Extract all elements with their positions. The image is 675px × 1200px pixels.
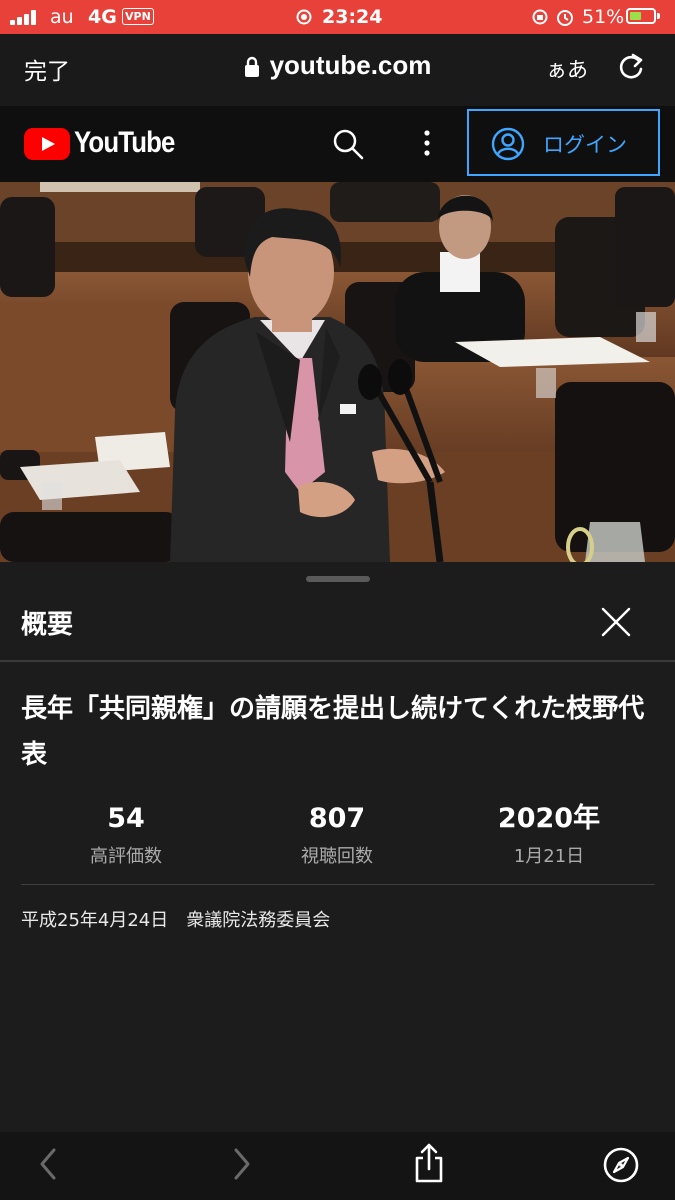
video-player[interactable] bbox=[0, 182, 675, 562]
search-icon[interactable] bbox=[332, 128, 364, 160]
date-stat: 2020年 1月21日 bbox=[449, 802, 649, 868]
video-frame-image bbox=[0, 182, 675, 562]
drag-handle[interactable] bbox=[306, 576, 370, 582]
upload-year: 2020年 bbox=[497, 803, 601, 834]
stats-divider bbox=[21, 884, 655, 885]
url-text: youtube.com bbox=[269, 50, 432, 80]
likes-count: 54 bbox=[107, 803, 145, 834]
login-button[interactable]: ログイン bbox=[467, 109, 660, 176]
compass-icon[interactable] bbox=[602, 1146, 640, 1184]
likes-stat: 54 高評価数 bbox=[26, 802, 226, 868]
back-icon[interactable] bbox=[36, 1146, 60, 1182]
likes-label: 高評価数 bbox=[90, 846, 162, 867]
more-vertical-icon[interactable] bbox=[422, 128, 432, 160]
login-label: ログイン bbox=[543, 133, 627, 157]
reload-icon[interactable] bbox=[618, 52, 646, 82]
network-label: 4G bbox=[88, 6, 117, 28]
forward-icon[interactable] bbox=[230, 1146, 254, 1182]
battery-percent: 51% bbox=[582, 6, 625, 28]
text-size-button[interactable]: ぁあ bbox=[546, 54, 588, 84]
carrier-label: au bbox=[50, 6, 74, 28]
signal-strength-icon bbox=[10, 10, 40, 25]
views-count: 807 bbox=[308, 803, 366, 834]
orientation-lock-icon bbox=[532, 9, 548, 25]
views-label: 視聴回数 bbox=[301, 846, 373, 867]
panel-title: 概要 bbox=[21, 610, 74, 640]
youtube-logo-icon[interactable] bbox=[24, 128, 70, 160]
battery-icon bbox=[626, 8, 656, 24]
browser-toolbar bbox=[0, 1132, 675, 1200]
video-title: 長年「共同親権」の請願を提出し続けてくれた枝野代表 bbox=[21, 694, 645, 770]
browser-bar: 完了 youtube.com ぁあ bbox=[0, 34, 675, 106]
description-panel: 概要 長年「共同親権」の請願を提出し続けてくれた枝野代表 54 高評価数 807… bbox=[0, 562, 675, 1132]
share-icon[interactable] bbox=[412, 1142, 446, 1184]
youtube-wordmark[interactable]: YouTube bbox=[74, 126, 175, 160]
lock-icon bbox=[244, 56, 259, 78]
upload-date: 1月21日 bbox=[513, 846, 585, 867]
status-bar: au 4G VPN 23:24 51% bbox=[0, 0, 675, 34]
views-stat: 807 視聴回数 bbox=[237, 802, 437, 868]
clock: 23:24 bbox=[322, 6, 383, 28]
youtube-header: YouTube ログイン bbox=[0, 106, 675, 182]
video-stats: 54 高評価数 807 視聴回数 2020年 1月21日 bbox=[0, 802, 675, 882]
battery-tip bbox=[657, 13, 660, 19]
alarm-icon bbox=[557, 10, 573, 26]
header-divider bbox=[0, 660, 675, 662]
video-description: 平成25年4月24日 衆議院法務委員会 bbox=[21, 910, 331, 931]
screen-recording-icon bbox=[296, 9, 312, 25]
account-icon bbox=[491, 127, 525, 161]
close-icon[interactable] bbox=[600, 606, 632, 638]
vpn-badge: VPN bbox=[122, 8, 154, 25]
